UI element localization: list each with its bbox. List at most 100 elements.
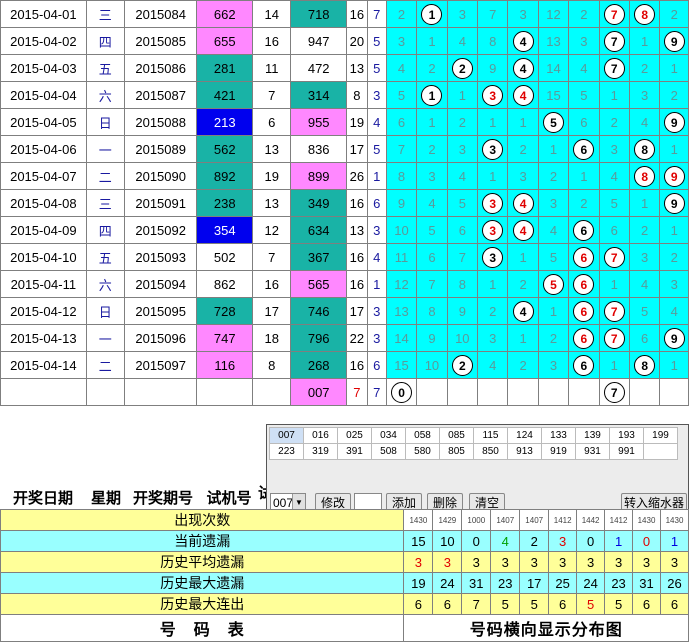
table-row: 2015-04-14 二 2015097 116 8 268 16 6 15 10 2 4 2 3 6 1 8 1 — [0, 351, 689, 379]
table-row: 2015-04-01 三 2015084 662 14 718 16 7 2 1 3 7 3 12 2 7 8 2 — [0, 0, 689, 28]
weekday: 日 — [85, 297, 125, 325]
number-item[interactable]: 580 — [405, 443, 440, 460]
stats-row: 出现次数 1430 1429 1000 1407 1407 1412 1442 1412 1430… — [0, 509, 689, 531]
digit-ball: 2 — [451, 354, 473, 376]
stats-label: 历史最大连出 — [0, 593, 405, 615]
stats-value: 3 — [548, 551, 578, 573]
miss-cell: 2 — [537, 324, 570, 352]
number-item[interactable]: 133 — [541, 427, 576, 444]
pending-sum: 7 — [346, 378, 368, 406]
miss-cell: 3 — [477, 189, 509, 217]
number-item[interactable]: 058 — [405, 427, 440, 444]
weekday: 四 — [85, 216, 125, 244]
number-item[interactable]: 913 — [507, 443, 542, 460]
miss-cell: 3 — [537, 189, 570, 217]
stats-value: 23 — [490, 572, 521, 594]
number-list[interactable]: 007 016 025 034 058 085 115 124 133 139 193 199 223 3… — [269, 427, 678, 460]
pending-cell — [507, 378, 539, 406]
stats-value: 5 — [604, 593, 634, 615]
weekday: 一 — [85, 135, 125, 163]
number-list-row: 007 016 025 034 058 085 115 124 133 139 193 199 — [269, 427, 678, 444]
miss-cell: 6 — [598, 216, 630, 244]
span-value: 7 — [252, 243, 292, 271]
stats-label: 历史最大遗漏 — [0, 572, 405, 594]
number-item[interactable]: 931 — [575, 443, 610, 460]
stats-value: 5 — [519, 593, 550, 615]
stats-value: 1407 — [490, 509, 521, 531]
stats-value: 3 — [432, 551, 463, 573]
stats-value: 0 — [461, 530, 492, 552]
digit-ball: 3 — [482, 246, 504, 268]
stats-row: 历史最大连出 6 6 7 5 5 6 5 5 6 6 — [0, 593, 689, 615]
number-item[interactable]: 085 — [439, 427, 474, 444]
stats-value: 6 — [432, 593, 463, 615]
trial-number: 562 — [196, 135, 254, 163]
draw-number: 472 — [290, 54, 348, 82]
miss-cell: 2 — [659, 81, 689, 109]
miss-cell: 3 — [477, 243, 509, 271]
number-item[interactable]: 391 — [337, 443, 372, 460]
number-item[interactable]: 223 — [269, 443, 304, 460]
miss-cell: 7 — [385, 135, 418, 163]
number-item[interactable]: 016 — [303, 427, 338, 444]
number-item[interactable]: 025 — [337, 427, 372, 444]
miss-cell: 3 — [507, 0, 539, 28]
period-number: 2015089 — [123, 135, 198, 163]
number-item[interactable]: 193 — [609, 427, 644, 444]
miss-cell: 6 — [568, 351, 600, 379]
number-editor-panel: 007 016 025 034 058 085 115 124 133 139 193 199 223 3… — [266, 424, 689, 516]
stats-value: 23 — [604, 572, 634, 594]
stats-value: 1 — [604, 530, 634, 552]
number-item[interactable]: 991 — [609, 443, 644, 460]
period-number: 2015097 — [123, 351, 198, 379]
number-item[interactable]: 319 — [303, 443, 338, 460]
number-item[interactable]: 508 — [371, 443, 406, 460]
draw-date: 2015-04-11 — [0, 270, 87, 298]
stats-value: 3 — [490, 551, 521, 573]
number-item[interactable]: 124 — [507, 427, 542, 444]
miss-cell: 1 — [507, 324, 539, 352]
number-item[interactable]: 850 — [473, 443, 508, 460]
span-value: 7 — [252, 81, 292, 109]
draw-number: 955 — [290, 108, 348, 136]
trial-number: 421 — [196, 81, 254, 109]
small-value: 4 — [366, 108, 387, 136]
digit-ball: 7 — [603, 3, 625, 25]
number-item[interactable]: 805 — [439, 443, 474, 460]
miss-cell: 9 — [446, 297, 479, 325]
draw-date: 2015-04-12 — [0, 297, 87, 325]
span-value: 19 — [252, 162, 292, 190]
span-value: 14 — [252, 0, 292, 28]
span-value: 11 — [252, 54, 292, 82]
digit-ball: 9 — [663, 111, 685, 133]
small-value: 3 — [366, 81, 387, 109]
number-item[interactable]: 139 — [575, 427, 610, 444]
miss-cell: 1 — [659, 135, 689, 163]
miss-cell: 2 — [385, 0, 418, 28]
sum-value: 20 — [346, 27, 368, 55]
miss-cell: 8 — [477, 27, 509, 55]
miss-cell: 3 — [507, 162, 539, 190]
number-item[interactable]: 007 — [269, 427, 304, 444]
miss-cell: 3 — [537, 351, 570, 379]
weekday: 五 — [85, 243, 125, 271]
number-item[interactable]: 919 — [541, 443, 576, 460]
pending-cell: 0 — [385, 378, 418, 406]
number-item[interactable]: 034 — [371, 427, 406, 444]
digit-ball: 2 — [451, 57, 473, 79]
sum-value: 13 — [346, 54, 368, 82]
miss-cell: 6 — [568, 297, 600, 325]
weekday: 二 — [85, 351, 125, 379]
miss-cell: 9 — [659, 324, 689, 352]
digit-ball: 7 — [603, 246, 625, 268]
pending-cell — [659, 378, 689, 406]
number-item[interactable]: 199 — [643, 427, 678, 444]
stats-value: 4 — [490, 530, 521, 552]
number-item[interactable] — [643, 443, 678, 460]
miss-cell: 4 — [507, 189, 539, 217]
number-item[interactable]: 115 — [473, 427, 508, 444]
stats-row: 当前遗漏 15 10 0 4 2 3 0 1 0 1 — [0, 530, 689, 552]
weekday: 四 — [85, 27, 125, 55]
stats-label: 出现次数 — [0, 509, 405, 531]
empty-cell — [123, 378, 198, 406]
